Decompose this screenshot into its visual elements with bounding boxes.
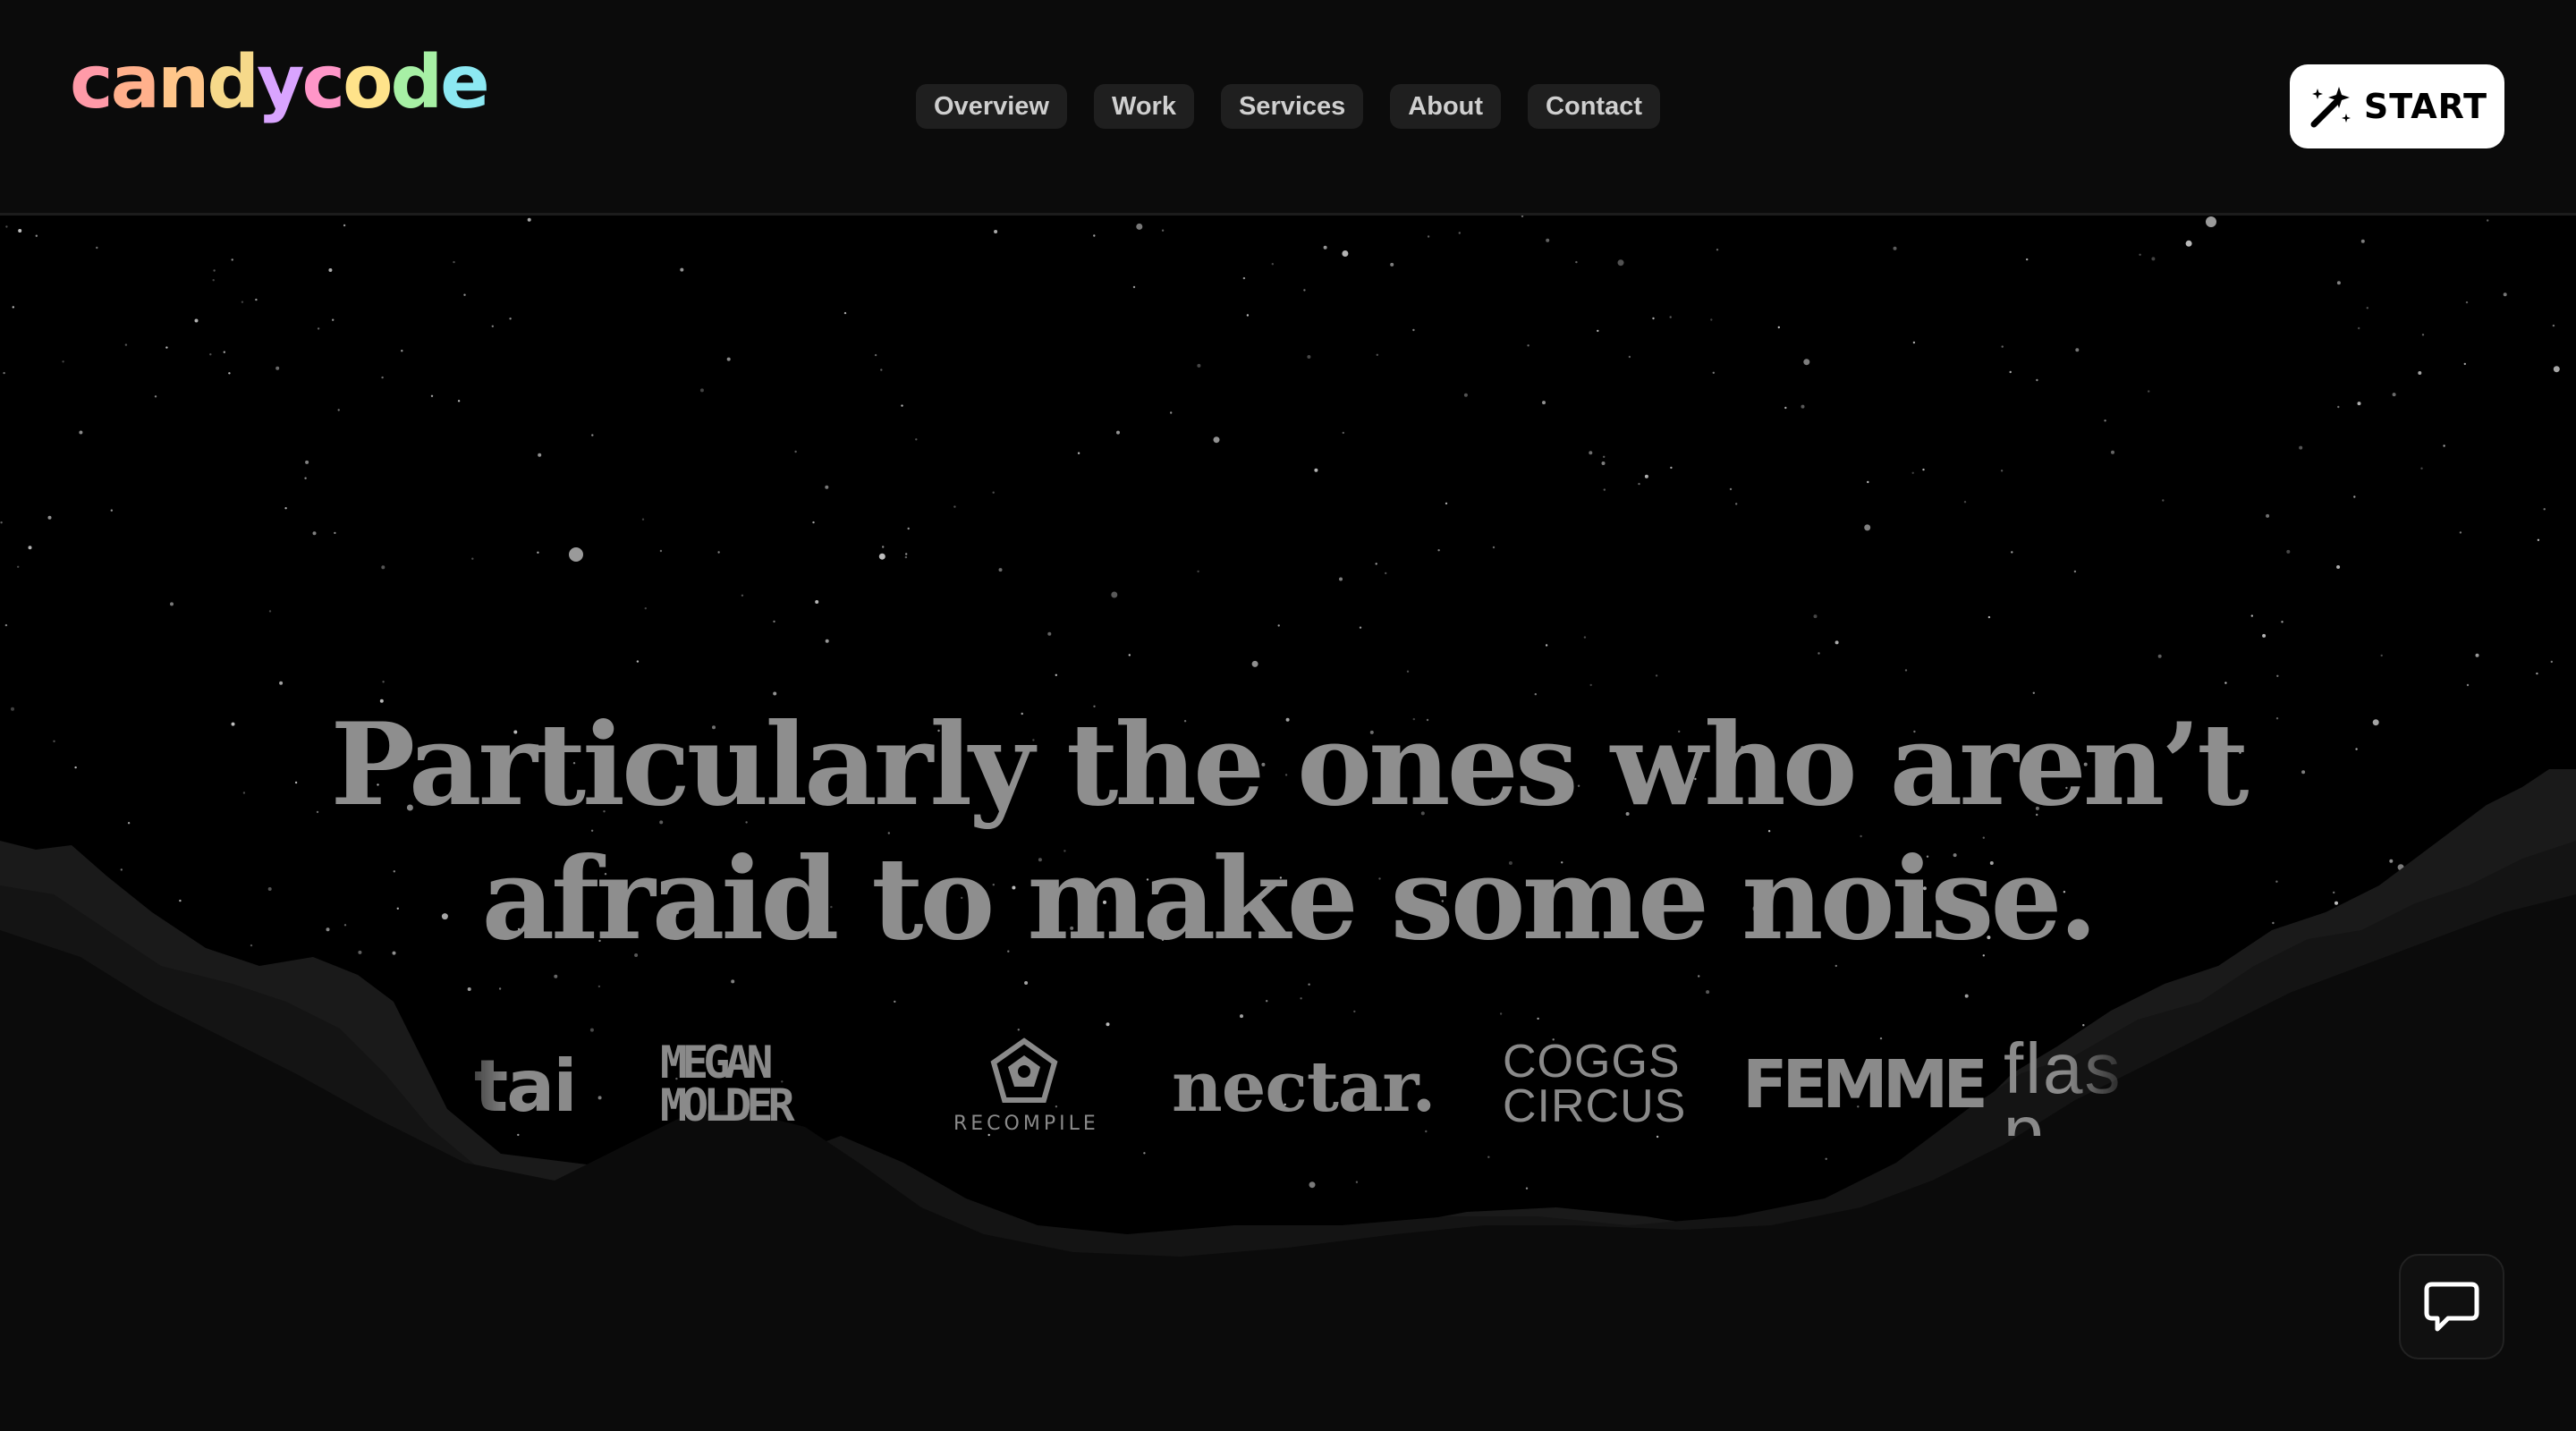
nav-services[interactable]: Services xyxy=(1220,84,1364,129)
brand-megan-line1: MEGAN xyxy=(660,1037,774,1088)
brand-coggs-line1: COGGS xyxy=(1503,1037,1681,1088)
hero-headline: Particularly the ones who aren’t afraid … xyxy=(0,698,2576,966)
nav-contact[interactable]: Contact xyxy=(1528,84,1660,129)
brand-logo-megan-molder: MEGAN MOLDER xyxy=(660,1037,795,1131)
brand-logo-tai: tai xyxy=(474,1045,578,1128)
brand-logo-recompile: RECOMPILE xyxy=(953,1113,1099,1135)
start-label: START xyxy=(2363,87,2488,126)
brand-coggs-line2: CIRCUS xyxy=(1503,1080,1687,1132)
brand-logo-nectar: nectar. xyxy=(1172,1046,1436,1128)
brand-megan-line2: MOLDER xyxy=(660,1080,795,1131)
nav-about[interactable]: About xyxy=(1390,84,1502,129)
brand-logo-coggs-circus: COGGS CIRCUS xyxy=(1503,1037,1687,1132)
nav-overview[interactable]: Overview xyxy=(916,84,1067,129)
chat-button[interactable] xyxy=(2399,1254,2504,1359)
site-header: candycode Overview Work Services About C… xyxy=(0,0,2576,216)
start-button[interactable]: START xyxy=(2290,64,2504,148)
magic-wand-icon xyxy=(2310,87,2351,128)
brand-logo-femme: FEMME xyxy=(1742,1046,1988,1123)
recompile-emblem-icon xyxy=(990,1037,1058,1103)
nav-work[interactable]: Work xyxy=(1093,84,1194,129)
main-nav: Overview Work Services About Contact xyxy=(0,84,2576,129)
client-logos-strip: tai MEGAN MOLDER RECOMPILE nectar. COGGS… xyxy=(438,1037,2138,1136)
headline-line-1: Particularly the ones who aren’t xyxy=(330,699,2250,831)
brand-logo-flash: flas p xyxy=(2004,1037,2123,1136)
headline-line-2: afraid to make some noise. xyxy=(481,833,2098,965)
chat-bubble-icon xyxy=(2424,1282,2479,1332)
